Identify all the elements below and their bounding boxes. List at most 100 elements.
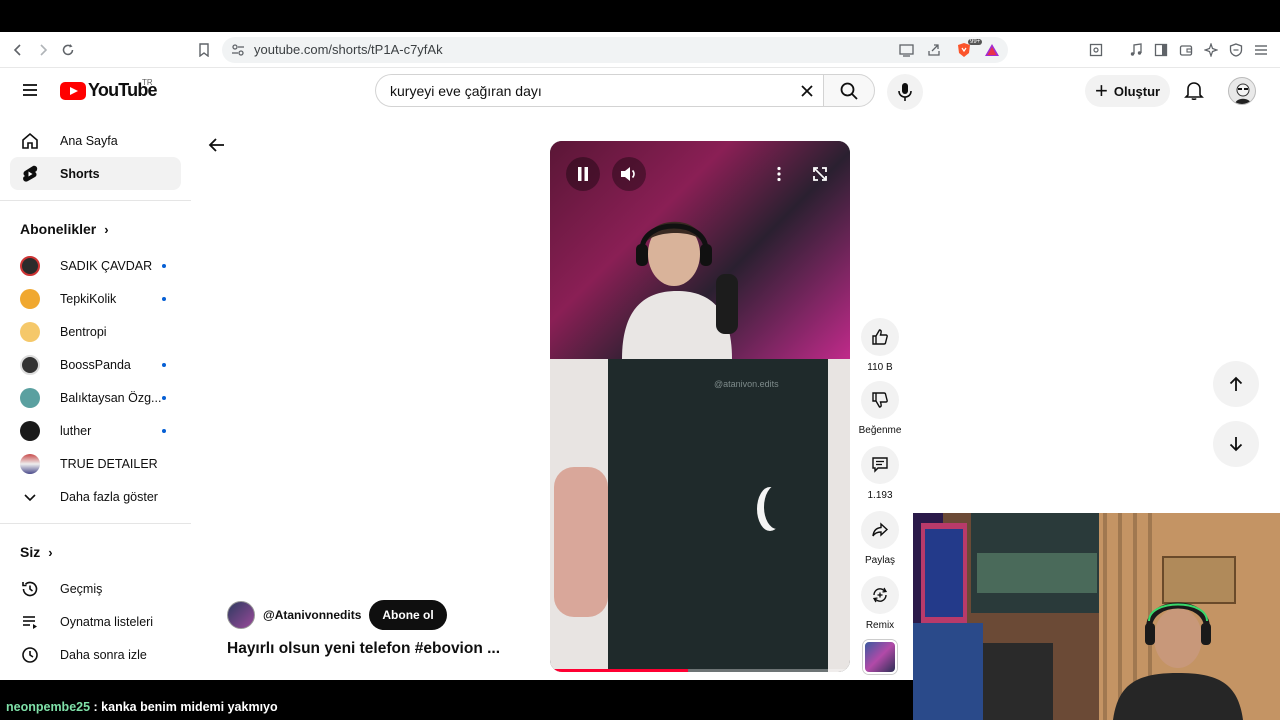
share-page-icon[interactable] xyxy=(924,40,944,60)
subscription-label: SADIK ÇAVDAR xyxy=(60,258,153,273)
address-bar[interactable]: youtube.com/shorts/tP1A-c7yfAk 99+ xyxy=(222,37,1008,63)
subscription-label: luther xyxy=(60,423,92,438)
sidebar-item-subscription[interactable]: Bentropi xyxy=(0,315,191,348)
browser-menu-icon[interactable] xyxy=(1251,40,1271,60)
browser-toolbar: youtube.com/shorts/tP1A-c7yfAk 99+ xyxy=(0,32,1280,68)
video-title[interactable]: Hayırlı olsun yeni telefon #ebovion ... xyxy=(227,640,500,658)
channel-avatar xyxy=(20,420,40,441)
sidebar-divider xyxy=(0,200,191,201)
sound-thumbnail[interactable] xyxy=(863,640,897,674)
sidebar-item-label: Geçmiş xyxy=(60,581,103,596)
sidebar-toggle-icon[interactable] xyxy=(1151,40,1171,60)
subscription-label: Bentropi xyxy=(60,324,107,339)
pause-icon xyxy=(578,167,588,181)
new-content-dot xyxy=(162,428,166,433)
subscribe-button[interactable]: Abone ol xyxy=(369,600,447,630)
notifications-icon[interactable] xyxy=(1183,79,1205,101)
sidebar-divider xyxy=(0,523,191,524)
sidebar-item-subscription[interactable]: luther xyxy=(0,414,191,447)
reload-icon[interactable] xyxy=(58,40,78,60)
sidebar-item-subscription[interactable]: TepkiKolik xyxy=(0,282,191,315)
sidebar-item-label: Daha sonra izle xyxy=(60,647,147,662)
new-content-dot xyxy=(162,362,166,367)
watch-later-icon xyxy=(20,645,40,665)
arrow-up-icon xyxy=(1229,376,1243,391)
dislike-button[interactable]: Beğenme xyxy=(859,381,901,436)
video-progress-bar[interactable] xyxy=(550,669,850,672)
remix-button[interactable]: Remix xyxy=(860,576,900,631)
sidebar-item-home[interactable]: Ana Sayfa xyxy=(0,124,191,157)
show-more-button[interactable]: Daha fazla göster xyxy=(0,480,191,513)
subscription-label: TRUE DETAILER xyxy=(60,456,158,471)
sidebar-item-watch-later[interactable]: Daha sonra izle xyxy=(0,638,191,671)
search-box[interactable]: kuryeyi eve çağıran dayı xyxy=(375,74,823,107)
next-short-button[interactable] xyxy=(1213,421,1259,467)
wallet-icon[interactable] xyxy=(1176,40,1196,60)
country-code: TR xyxy=(142,78,153,87)
sidebar-item-subscription[interactable]: SADIK ÇAVDAR xyxy=(0,249,191,282)
forward-icon[interactable] xyxy=(33,40,53,60)
chevron-right-icon: › xyxy=(104,221,109,237)
site-settings-icon[interactable] xyxy=(228,40,248,60)
channel-name[interactable]: @Atanivonnedits xyxy=(263,608,361,622)
back-icon[interactable] xyxy=(8,40,28,60)
remix-label: Remix xyxy=(865,620,895,631)
volume-button[interactable] xyxy=(612,157,646,191)
create-button[interactable]: + Oluştur xyxy=(1085,75,1170,107)
channel-avatar xyxy=(20,354,40,375)
sidebar-item-shorts[interactable]: Shorts xyxy=(10,157,181,190)
search-input[interactable]: kuryeyi eve çağıran dayı xyxy=(390,83,542,99)
subscriptions-header[interactable]: Abonelikler › xyxy=(0,209,191,249)
dislike-icon xyxy=(861,381,899,419)
brave-badge: 99+ xyxy=(968,39,983,45)
back-arrow-icon[interactable] xyxy=(206,134,228,156)
dislike-label: Beğenme xyxy=(858,425,902,436)
new-content-dot xyxy=(162,395,166,400)
reader-icon[interactable] xyxy=(1086,40,1106,60)
like-button[interactable]: 110 B xyxy=(860,318,900,373)
new-content-dot xyxy=(162,263,166,268)
sidebar-item-subscription[interactable]: TRUE DETAILER xyxy=(0,447,191,480)
sidebar-item-label: Oynatma listeleri xyxy=(60,614,154,629)
sidebar-item-label: Shorts xyxy=(60,166,100,181)
clear-icon[interactable] xyxy=(797,81,817,101)
menu-icon[interactable] xyxy=(20,80,40,100)
sidebar-item-playlists[interactable]: Oynatma listeleri xyxy=(0,605,191,638)
brave-rewards-icon[interactable] xyxy=(982,40,1002,60)
phone-screen: @atanivon.edits xyxy=(608,359,828,672)
sidebar-item-history[interactable]: Geçmiş xyxy=(0,572,191,605)
video-frame-phone: @atanivon.edits xyxy=(550,359,850,672)
comments-button[interactable]: 1.193 xyxy=(860,446,900,501)
sidebar-item-subscription[interactable]: Balıktaysan Özg... xyxy=(0,381,191,414)
music-icon[interactable] xyxy=(1126,40,1146,60)
cast-icon[interactable] xyxy=(896,40,916,60)
search-button[interactable] xyxy=(823,74,875,107)
you-header[interactable]: Siz › xyxy=(0,532,191,572)
fullscreen-button[interactable] xyxy=(803,157,837,191)
vpn-icon[interactable] xyxy=(1226,40,1246,60)
sidebar-item-subscription[interactable]: BoossPanda xyxy=(0,348,191,381)
channel-avatar xyxy=(20,387,40,408)
youtube-play-icon xyxy=(60,81,86,100)
more-options-button[interactable] xyxy=(762,157,796,191)
youtube-logo[interactable]: YouTube TR xyxy=(60,78,158,101)
like-count: 110 B xyxy=(867,362,893,373)
channel-avatar xyxy=(20,321,40,342)
subscription-label: BoossPanda xyxy=(60,357,131,372)
home-icon xyxy=(20,131,40,151)
history-icon xyxy=(20,579,40,599)
pause-button[interactable] xyxy=(566,157,600,191)
channel-avatar[interactable] xyxy=(227,601,255,629)
shorts-video-player[interactable]: @atanivon.edits xyxy=(550,141,850,672)
bookmark-icon[interactable] xyxy=(194,40,214,60)
subscription-label: TepkiKolik xyxy=(60,291,117,306)
share-button[interactable]: Paylaş xyxy=(860,511,900,566)
account-avatar[interactable] xyxy=(1228,77,1256,105)
leo-ai-icon[interactable] xyxy=(1201,40,1221,60)
arrow-down-icon xyxy=(1229,437,1243,452)
chevron-down-icon xyxy=(20,487,40,507)
voice-search-button[interactable] xyxy=(887,74,923,110)
new-content-dot xyxy=(162,296,166,301)
show-more-label: Daha fazla göster xyxy=(60,489,158,504)
previous-short-button[interactable] xyxy=(1213,361,1259,407)
